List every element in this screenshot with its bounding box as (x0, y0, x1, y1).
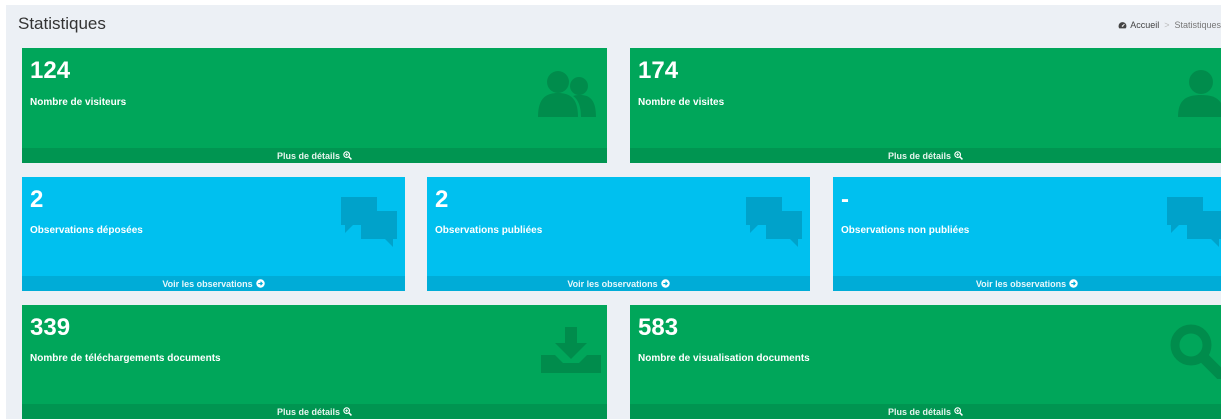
downloads-box: 339 Nombre de téléchargements documents … (22, 305, 607, 419)
user-icon (1178, 70, 1221, 117)
views-details-label: Plus de détails (887, 406, 952, 417)
breadcrumb: Accueil > Statistiques (1118, 20, 1221, 30)
visits-count: 174 (638, 57, 679, 84)
obs-deposited-label: Observations déposées (30, 225, 143, 236)
comments-icon (746, 197, 802, 247)
visitors-details-link[interactable]: Plus de détails (22, 148, 607, 163)
downloads-label: Nombre de téléchargements documents (30, 353, 221, 364)
breadcrumb-current: Statistiques (1174, 20, 1221, 30)
views-details-link[interactable]: Plus de détails (630, 404, 1221, 419)
visits-box: 174 Nombre de visites Plus de détails (630, 48, 1221, 163)
search-plus-icon (954, 407, 963, 416)
obs-published-link-label: Voir les observations (567, 278, 658, 289)
obs-unpublished-count: - (841, 186, 849, 213)
search-icon (1170, 324, 1221, 379)
visitors-count: 124 (30, 57, 71, 84)
download-icon (541, 327, 601, 373)
dashboard-icon (1118, 21, 1127, 28)
visitors-box: 124 Nombre de visiteurs Plus de détails (22, 48, 607, 163)
obs-unpublished-label: Observations non publiées (841, 225, 970, 236)
downloads-details-label: Plus de détails (276, 406, 341, 417)
views-label: Nombre de visualisation documents (638, 353, 810, 364)
obs-published-box: 2 Observations publiées Voir les observa… (427, 177, 810, 291)
comments-icon (1167, 197, 1221, 247)
obs-unpublished-link-label: Voir les observations (975, 278, 1067, 289)
search-plus-icon (343, 151, 352, 160)
visits-details-link[interactable]: Plus de détails (630, 148, 1221, 163)
visitors-details-label: Plus de détails (276, 150, 341, 161)
content-area: Statistiques Accueil > Statistiques 124 … (6, 5, 1221, 419)
obs-unpublished-link[interactable]: Voir les observations (833, 276, 1221, 291)
arrow-circle-right-icon (660, 279, 670, 288)
obs-published-link[interactable]: Voir les observations (427, 276, 810, 291)
obs-unpublished-box: - Observations non publiées Voir les obs… (833, 177, 1221, 291)
visits-label: Nombre de visites (638, 97, 725, 108)
search-plus-icon (343, 407, 352, 416)
users-icon (538, 71, 596, 117)
search-plus-icon (954, 151, 963, 160)
views-count: 583 (638, 314, 679, 341)
downloads-count: 339 (30, 314, 71, 341)
breadcrumb-separator: > (1164, 20, 1170, 30)
obs-deposited-link[interactable]: Voir les observations (22, 276, 405, 291)
arrow-circle-right-icon (255, 279, 265, 288)
comments-icon (341, 197, 397, 247)
obs-deposited-box: 2 Observations déposées Voir les observa… (22, 177, 405, 291)
views-box: 583 Nombre de visualisation documents Pl… (630, 305, 1221, 419)
obs-published-label: Observations publiées (435, 225, 543, 236)
visits-details-label: Plus de détails (887, 150, 952, 161)
obs-published-count: 2 (435, 186, 449, 213)
visitors-label: Nombre de visiteurs (30, 97, 127, 108)
arrow-circle-right-icon (1069, 279, 1078, 288)
breadcrumb-home[interactable]: Accueil (1130, 20, 1159, 30)
obs-deposited-link-label: Voir les observations (162, 278, 253, 289)
obs-deposited-count: 2 (30, 186, 44, 213)
downloads-details-link[interactable]: Plus de détails (22, 404, 607, 419)
page-title: Statistiques (18, 14, 106, 33)
